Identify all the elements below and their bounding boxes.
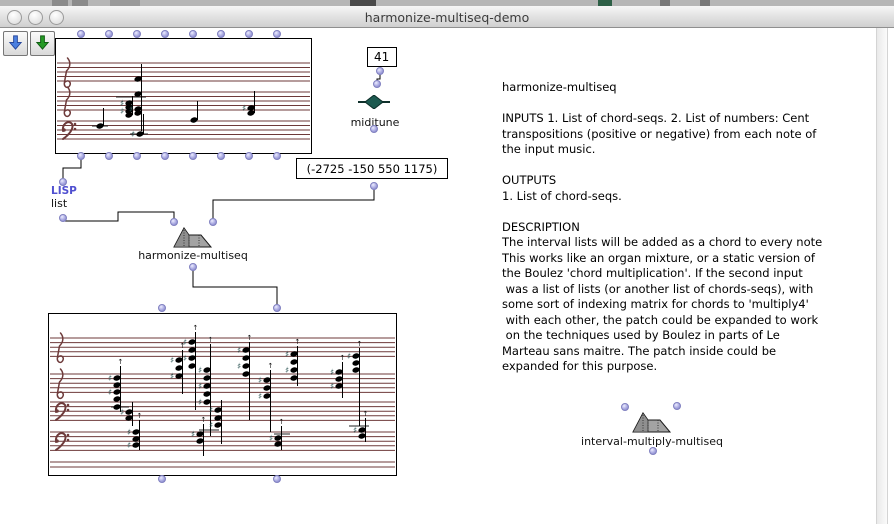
patch-wire xyxy=(213,189,374,219)
svg-text:♯: ♯ xyxy=(330,368,334,378)
connection-dot[interactable] xyxy=(273,30,281,38)
patch-canvas: ✕ ♯♯♯♯♯ ♯♯↑♯♯♯↑♯♯↑♯♯↑♯♯♯↑♯♯♯↑♯♯↑♯♯↑♯↑♯♯↑… xyxy=(0,28,894,524)
list-label: list xyxy=(51,197,67,210)
svg-text:♯: ♯ xyxy=(258,376,262,386)
window-title: harmonize-multiseq-demo xyxy=(0,10,894,25)
svg-text:♯: ♯ xyxy=(183,354,187,364)
patch-wire xyxy=(63,152,81,178)
patch-wire xyxy=(377,74,380,84)
connection-dot[interactable] xyxy=(370,182,378,190)
green-down-arrow-button[interactable] xyxy=(30,31,55,56)
connection-dot[interactable] xyxy=(77,30,85,38)
connection-dot[interactable] xyxy=(649,447,657,455)
svg-text:♯: ♯ xyxy=(108,374,112,384)
connection-dot[interactable] xyxy=(189,30,197,38)
svg-text:♯: ♯ xyxy=(198,366,202,376)
svg-text:♯: ♯ xyxy=(347,352,351,362)
connection-dot[interactable] xyxy=(161,30,169,38)
svg-text:♯: ♯ xyxy=(170,372,174,382)
staff-notation: ♯♯♯♯♯ xyxy=(56,39,311,153)
svg-text:↑: ↑ xyxy=(208,336,214,344)
svg-text:↑: ↑ xyxy=(137,412,143,420)
connection-dot[interactable] xyxy=(373,80,381,88)
svg-text:♯: ♯ xyxy=(269,434,273,444)
svg-text:↑: ↑ xyxy=(118,358,124,366)
connection-dot[interactable] xyxy=(621,403,629,411)
miditune-label: miditune xyxy=(351,116,400,129)
svg-text:↑: ↑ xyxy=(247,334,253,342)
svg-text:♯: ♯ xyxy=(129,105,133,115)
interval-list-box[interactable]: (-2725 -150 550 1175) xyxy=(296,158,448,179)
staff-panel-2[interactable]: ♯♯↑♯♯♯↑♯♯↑♯♯↑♯♯♯↑♯♯♯↑♯♯↑♯♯↑♯↑♯♯↑♯♯↑♯↑♯↑ xyxy=(48,313,397,476)
svg-text:↑: ↑ xyxy=(295,338,301,346)
svg-text:♯: ♯ xyxy=(127,441,131,451)
connection-dot[interactable] xyxy=(59,214,67,222)
interval-multiply-multiseq-label: interval-multiply-multiseq xyxy=(581,435,723,448)
connection-dot[interactable] xyxy=(217,30,225,38)
connection-dot[interactable] xyxy=(189,263,197,271)
svg-text:♯: ♯ xyxy=(120,408,124,418)
svg-text:↑: ↑ xyxy=(201,416,207,424)
application-window: harmonize-multiseq-demo ✕ ♯♯♯♯♯ ♯♯↑♯♯♯↑♯… xyxy=(0,0,894,524)
svg-text:♯: ♯ xyxy=(330,382,334,392)
svg-text:♯: ♯ xyxy=(285,350,289,360)
connection-dot[interactable] xyxy=(105,30,113,38)
staff-notation: ♯♯↑♯♯♯↑♯♯↑♯♯↑♯♯♯↑♯♯♯↑♯♯↑♯♯↑♯↑♯♯↑♯♯↑♯↑♯↑ xyxy=(49,314,396,475)
svg-text:♯: ♯ xyxy=(258,392,262,402)
blue-down-arrow-button[interactable] xyxy=(3,31,28,56)
connection-dot[interactable] xyxy=(158,304,166,312)
staff-panel-1[interactable]: ♯♯♯♯♯ xyxy=(55,38,312,154)
svg-text:♯: ♯ xyxy=(209,421,213,431)
connection-dot[interactable] xyxy=(209,218,217,226)
svg-text:♯: ♯ xyxy=(191,430,195,440)
connection-dot[interactable] xyxy=(133,30,141,38)
svg-text:♯: ♯ xyxy=(120,107,124,117)
svg-text:↑: ↑ xyxy=(357,340,363,348)
doc-text: harmonize-multiseq INPUTS 1. List of cho… xyxy=(502,80,880,375)
interval-multiply-multiseq-icon[interactable] xyxy=(631,411,673,437)
svg-text:♯: ♯ xyxy=(183,338,187,348)
patch-wire xyxy=(193,270,277,305)
svg-text:↑: ↑ xyxy=(340,354,346,362)
svg-text:↑: ↑ xyxy=(193,324,199,332)
svg-text:♯: ♯ xyxy=(237,362,241,372)
svg-text:♯: ♯ xyxy=(237,346,241,356)
connection-dot[interactable] xyxy=(673,402,681,410)
svg-text:♯: ♯ xyxy=(285,366,289,376)
miditune-icon[interactable] xyxy=(358,94,390,113)
svg-text:♯: ♯ xyxy=(198,398,202,408)
svg-text:♯: ♯ xyxy=(108,388,112,398)
svg-text:♯: ♯ xyxy=(198,382,202,392)
connection-dot[interactable] xyxy=(170,218,178,226)
svg-text:↑: ↑ xyxy=(279,418,285,426)
connection-dot[interactable] xyxy=(273,304,281,312)
harmonize-multiseq-label: harmonize-multiseq xyxy=(138,249,248,262)
number-box[interactable]: 41 xyxy=(367,47,397,67)
lisp-label: LISP xyxy=(51,185,77,197)
svg-text:♯: ♯ xyxy=(131,130,135,140)
svg-text:♯: ♯ xyxy=(242,104,246,114)
patch-wire xyxy=(63,212,174,221)
green-down-arrow-icon xyxy=(34,34,51,54)
svg-text:♯: ♯ xyxy=(127,428,131,438)
svg-text:♯: ♯ xyxy=(209,406,213,416)
blue-down-arrow-icon xyxy=(7,34,24,54)
svg-text:♯: ♯ xyxy=(170,356,174,366)
connection-dot[interactable] xyxy=(376,67,384,75)
vertical-scrollbar[interactable] xyxy=(876,28,888,524)
svg-text:↑: ↑ xyxy=(363,410,369,418)
svg-text:↑: ↑ xyxy=(268,362,274,370)
connection-dot[interactable] xyxy=(245,30,253,38)
svg-text:♯: ♯ xyxy=(353,426,357,436)
title-bar[interactable]: harmonize-multiseq-demo xyxy=(0,6,894,28)
